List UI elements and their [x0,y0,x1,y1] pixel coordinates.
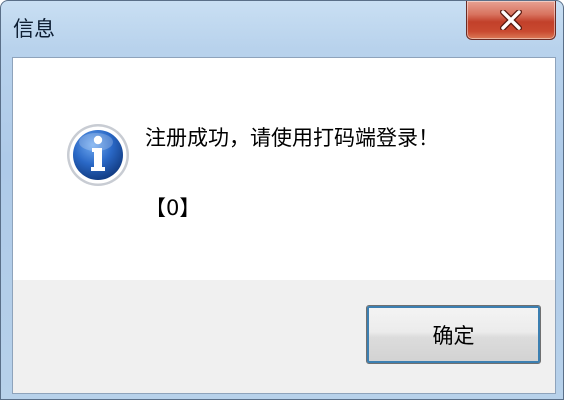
dialog-body: 注册成功，请使用打码端登录！ 【0】 确定 [12,57,556,394]
close-icon [500,10,522,30]
result-code: 【0】 [145,196,201,220]
message-box-window: 信息 注册成功，请使用打码端登录！ 【0】 确定 [0,0,564,400]
title-bar[interactable]: 信息 [1,1,563,53]
window-title: 信息 [13,17,55,41]
ok-button[interactable]: 确定 [366,305,541,364]
message-text: 注册成功，请使用打码端登录！ [145,126,439,150]
close-button[interactable] [466,1,556,40]
message-area: 注册成功，请使用打码端登录！ 【0】 [13,58,555,280]
info-icon [67,124,129,186]
